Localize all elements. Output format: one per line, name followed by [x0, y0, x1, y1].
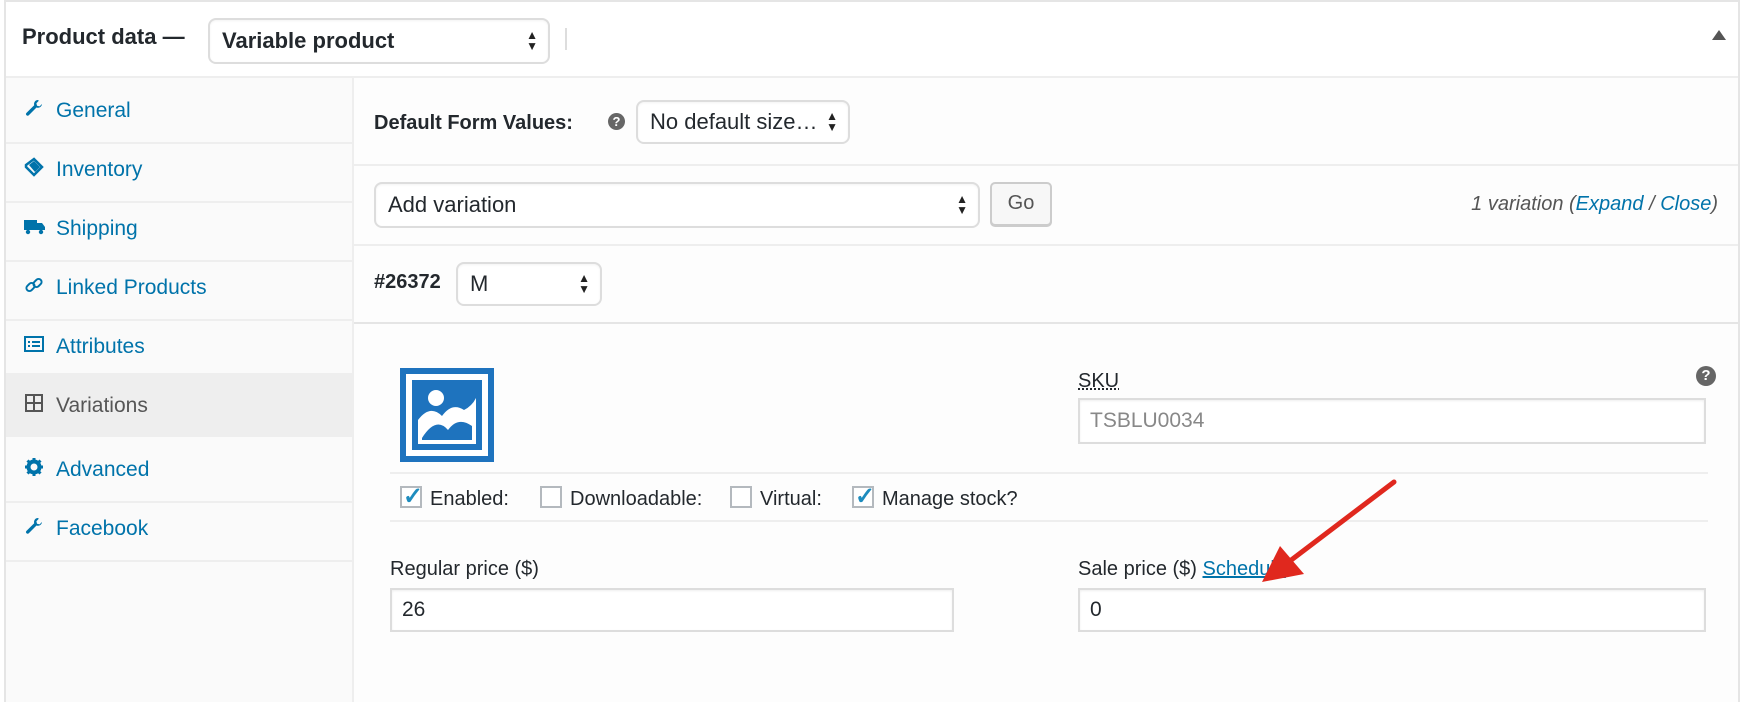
variation-count: 1 variation (Expand / Close) [1471, 193, 1718, 216]
tab-label: Attributes [56, 335, 145, 358]
variation-count-prefix: 1 variation ( [1471, 193, 1576, 215]
tab-label: Inventory [56, 158, 143, 181]
variation-id: #26372 [374, 271, 441, 293]
list-icon [24, 334, 46, 356]
tab-attributes[interactable]: Attributes [6, 314, 352, 380]
help-icon[interactable]: ? [608, 113, 625, 130]
header-divider [565, 28, 567, 50]
checkmark-icon: ✓ [403, 483, 424, 510]
regular-price-label: Regular price ($) [390, 558, 539, 580]
tab-general[interactable]: General [6, 78, 352, 144]
sku-value: TSBLU0034 [1090, 409, 1205, 432]
collapse-toggle-icon[interactable] [1712, 30, 1726, 40]
tab-shipping[interactable]: Shipping [6, 196, 352, 262]
tab-label: General [56, 99, 131, 122]
wrench-icon [24, 98, 46, 120]
grid-icon [24, 393, 46, 415]
expand-link[interactable]: Expand [1576, 193, 1644, 215]
virtual-label: Virtual: [760, 488, 822, 510]
regular-price-value: 26 [402, 598, 426, 621]
sku-input[interactable]: TSBLU0034 [1078, 398, 1706, 444]
variation-options-row: ✓ Enabled: Downloadable: Virtual: ✓ Mana… [390, 472, 1708, 522]
variation-header[interactable]: #26372 M ▲ ▼ [354, 246, 1738, 324]
product-type-value: Variable product [222, 28, 395, 53]
tab-inventory[interactable]: Inventory [6, 137, 352, 203]
tab-label: Variations [56, 394, 148, 417]
link-icon [24, 275, 46, 297]
downloadable-label: Downloadable: [570, 488, 703, 510]
tab-label: Shipping [56, 217, 138, 240]
close-link[interactable]: Close [1660, 193, 1711, 215]
size-attribute-value: M [470, 271, 489, 296]
annotation-arrow-icon [1262, 479, 1397, 582]
tab-label: Facebook [56, 517, 149, 540]
downloadable-checkbox[interactable] [540, 486, 562, 508]
variation-count-suffix: ) [1711, 193, 1718, 215]
product-type-select[interactable]: Variable product ▲ ▼ [208, 18, 550, 64]
help-icon[interactable]: ? [1696, 366, 1716, 386]
tab-label: Linked Products [56, 276, 207, 299]
default-size-value: No default size… [650, 109, 818, 134]
go-button[interactable]: Go [990, 182, 1052, 226]
gear-icon [24, 457, 46, 479]
checkmark-icon: ✓ [855, 483, 876, 510]
select-arrows-icon: ▲ ▼ [526, 28, 538, 53]
default-size-select[interactable]: No default size… ▲ ▼ [636, 100, 850, 144]
tab-advanced[interactable]: Advanced [6, 437, 352, 503]
variation-image-upload[interactable] [400, 368, 494, 462]
select-arrows-icon: ▲ ▼ [826, 109, 838, 134]
product-data-panel: Product data — Variable product ▲ ▼ Gener… [4, 0, 1740, 702]
truck-icon [24, 216, 46, 238]
tab-variations[interactable]: Variations [6, 373, 352, 437]
variation-body: SKU ? TSBLU0034 ✓ Enabled: Downloadable:… [354, 324, 1738, 702]
select-arrows-icon: ▲ ▼ [956, 192, 968, 217]
variations-panel: Default Form Values: ? No default size… … [354, 78, 1738, 702]
add-variation-row: Add variation ▲ ▼ Go 1 variation (Expand … [354, 166, 1738, 246]
select-arrows-icon: ▲ ▼ [578, 271, 590, 296]
tab-facebook[interactable]: Facebook [6, 496, 352, 562]
panel-title: Product data — [22, 24, 185, 49]
default-form-values-label: Default Form Values: [374, 112, 573, 134]
wrench-icon [24, 516, 46, 538]
add-variation-value: Add variation [388, 192, 517, 217]
virtual-checkbox[interactable] [730, 486, 752, 508]
manage-stock-label: Manage stock? [882, 488, 1018, 510]
link-separator: / [1643, 193, 1661, 215]
sale-price-input[interactable]: 0 [1078, 588, 1706, 632]
tag-icon [24, 157, 46, 179]
product-data-tabs: General Inventory Shipping Linked Produc… [6, 78, 354, 702]
sale-price-value: 0 [1090, 598, 1102, 621]
tab-linked-products[interactable]: Linked Products [6, 255, 352, 321]
enabled-label: Enabled: [430, 488, 509, 510]
panel-header: Product data — Variable product ▲ ▼ [6, 2, 1738, 78]
manage-stock-checkbox[interactable]: ✓ [852, 483, 875, 510]
regular-price-input[interactable]: 26 [390, 588, 954, 632]
sku-label: SKU [1078, 370, 1120, 392]
enabled-checkbox[interactable]: ✓ [400, 483, 423, 510]
sale-price-label-text: Sale price ($) [1078, 558, 1197, 580]
add-variation-select[interactable]: Add variation ▲ ▼ [374, 182, 980, 228]
default-form-values-row: Default Form Values: ? No default size… … [354, 78, 1738, 166]
size-attribute-select[interactable]: M ▲ ▼ [456, 262, 602, 306]
tab-label: Advanced [56, 458, 150, 481]
image-placeholder-icon [412, 380, 482, 450]
